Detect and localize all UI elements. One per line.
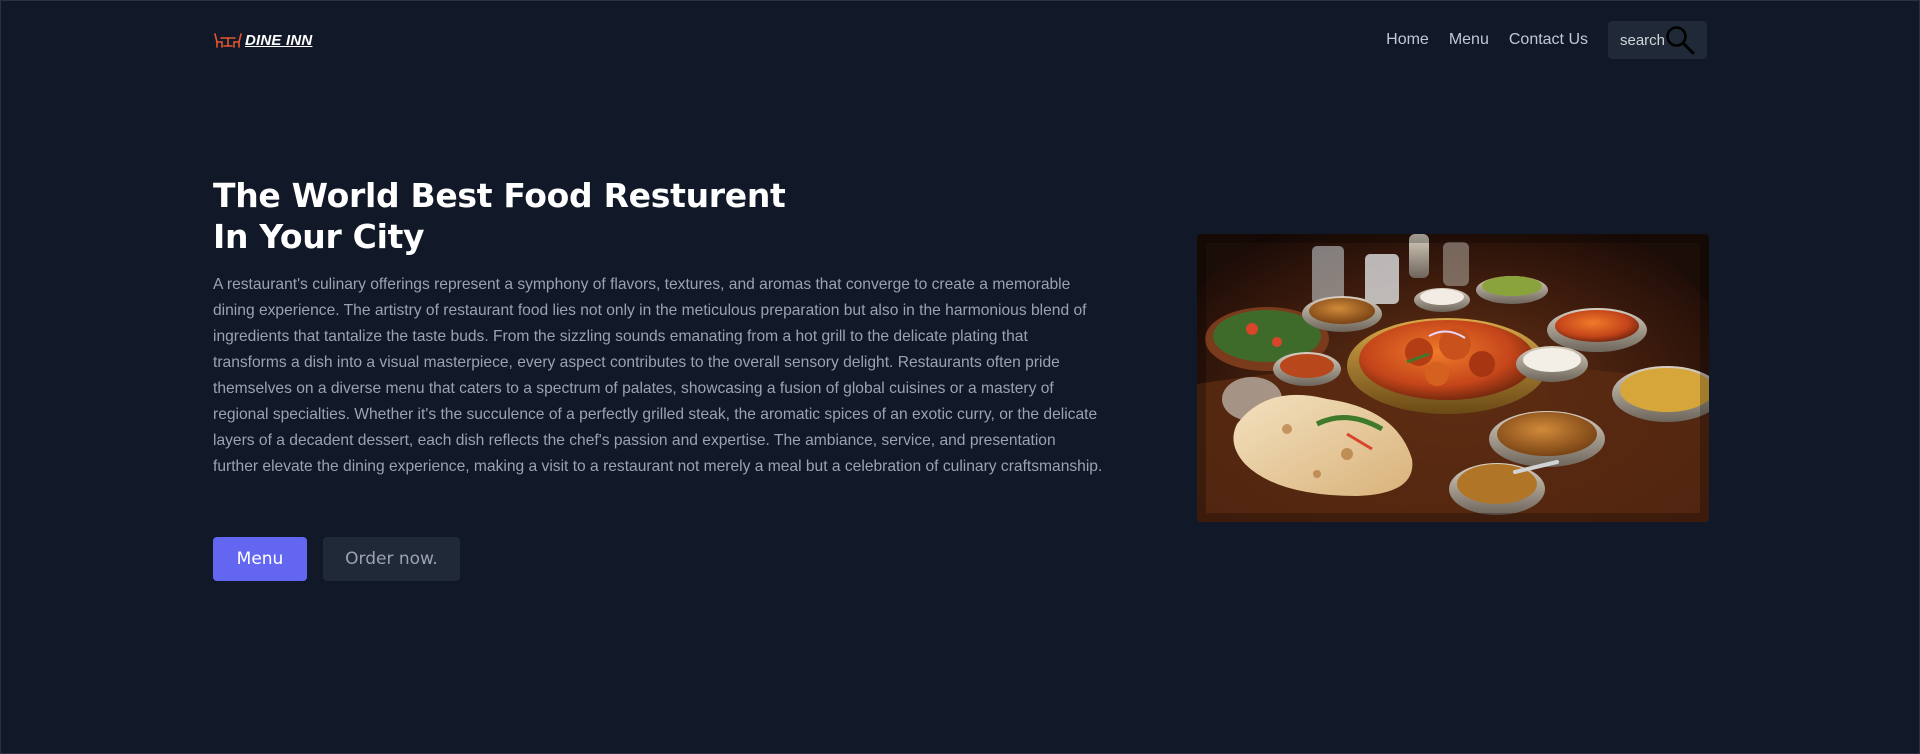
- food-image: [1197, 234, 1709, 522]
- search-input[interactable]: [1620, 31, 1664, 49]
- nav-contact-us[interactable]: Contact Us: [1509, 31, 1588, 49]
- logo[interactable]: DINE INN: [213, 32, 312, 49]
- order-now-button[interactable]: Order now.: [323, 537, 460, 581]
- hero-title-line-2: In Your City: [213, 217, 425, 256]
- hero-title-line-1: The World Best Food Resturent: [213, 176, 786, 215]
- food-illustration: [1197, 234, 1709, 522]
- logo-text: DINE INN: [245, 31, 313, 49]
- main-nav: Home Menu Contact Us: [1386, 21, 1707, 59]
- nav-home[interactable]: Home: [1386, 31, 1429, 49]
- nav-menu[interactable]: Menu: [1449, 31, 1489, 49]
- site-header: DINE INN Home Menu Contact Us: [213, 21, 1707, 59]
- hero-title: The World Best Food Resturent In Your Ci…: [213, 175, 833, 257]
- hero-description: A restaurant's culinary offerings repres…: [213, 276, 1103, 475]
- page: DINE INN Home Menu Contact Us The World …: [0, 0, 1920, 754]
- menu-button[interactable]: Menu: [213, 537, 307, 581]
- search-icon[interactable]: [1664, 24, 1696, 56]
- dining-table-icon: [214, 33, 242, 48]
- search-box: [1608, 21, 1707, 59]
